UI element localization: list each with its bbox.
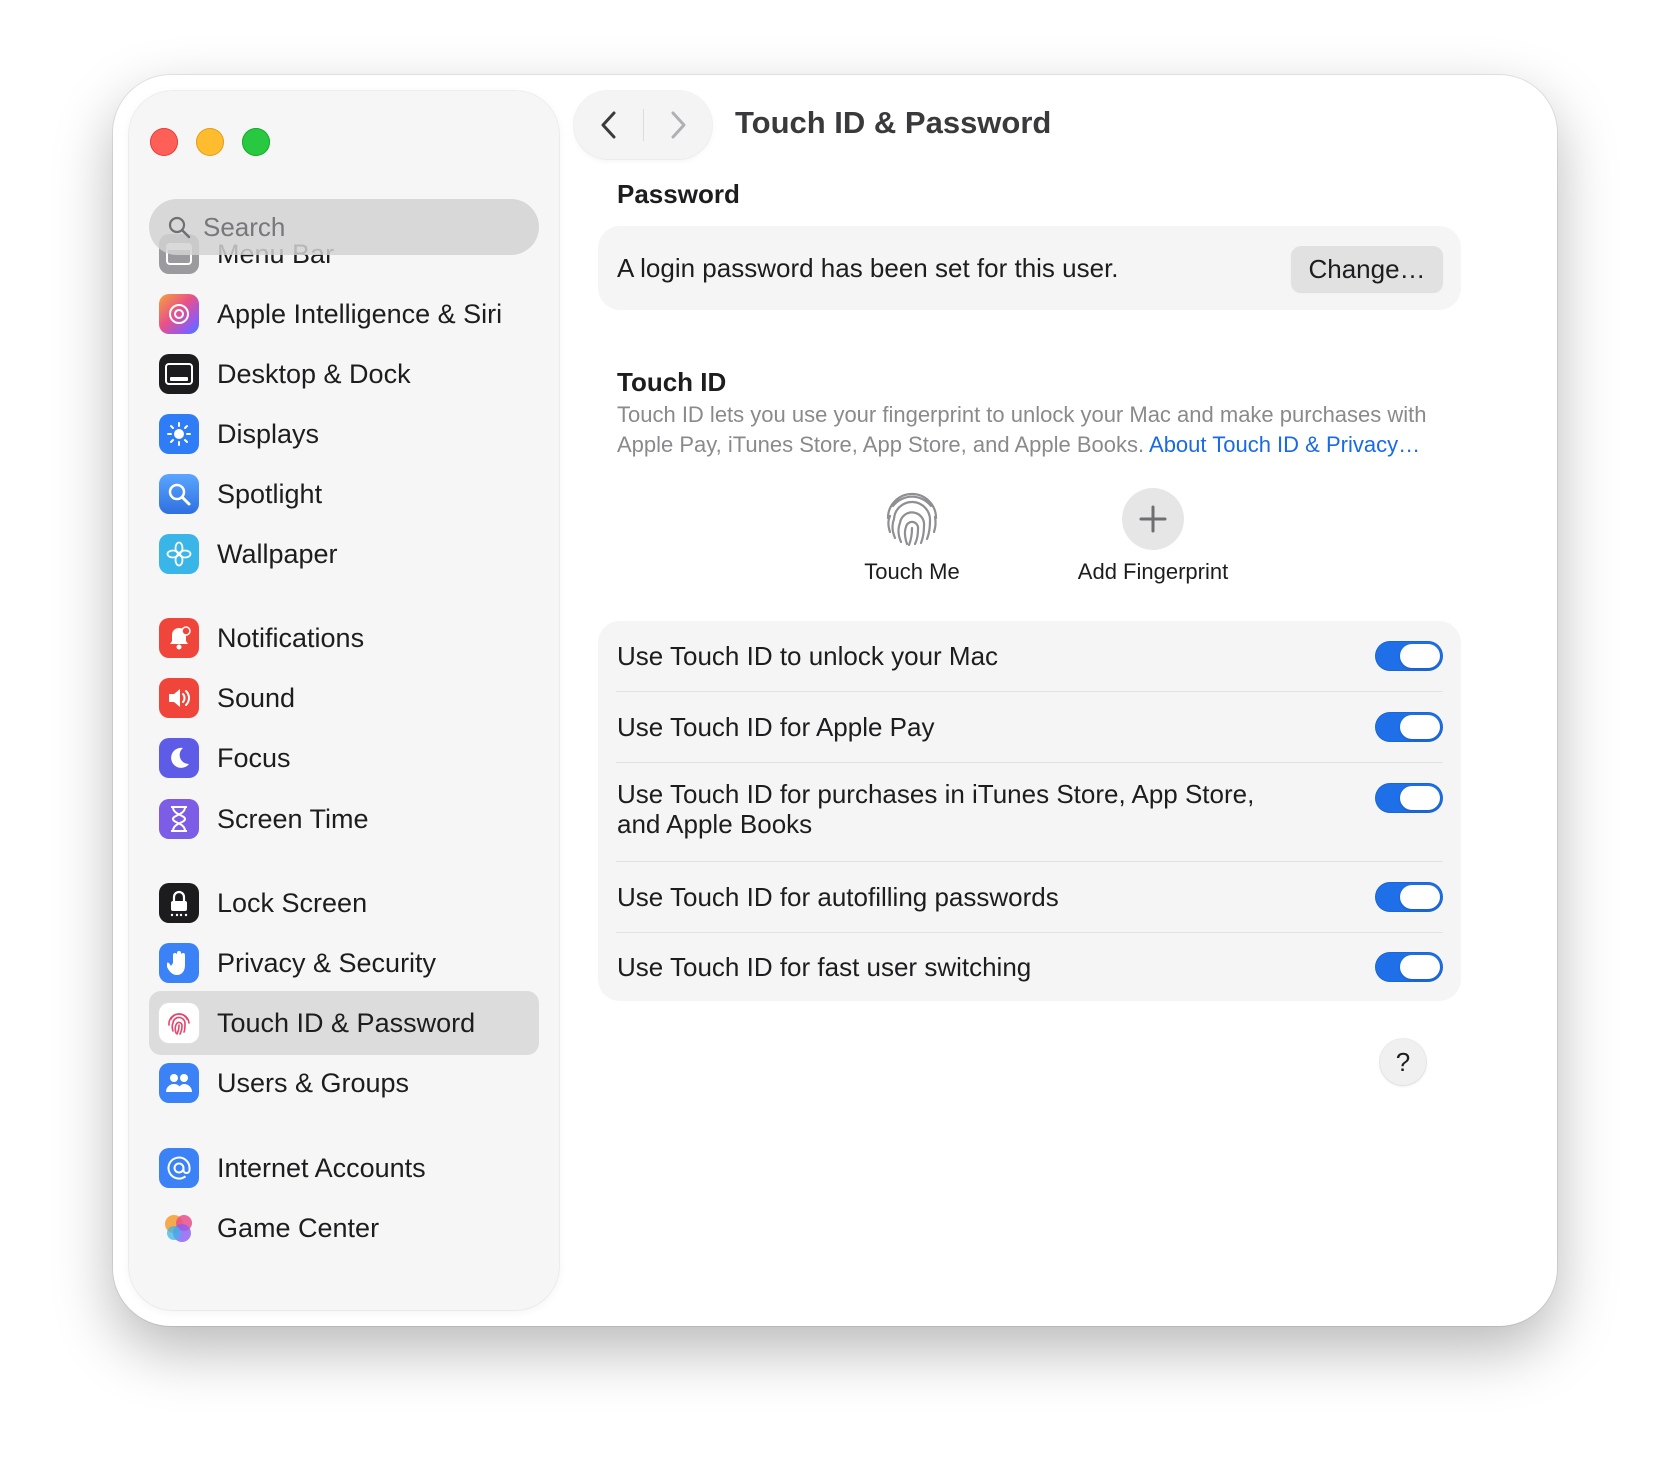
sidebar-item-label: Users & Groups [217,1067,410,1098]
sidebar-item-label: Lock Screen [217,887,368,918]
sidebar-item-users-groups[interactable]: Users & Groups [149,1051,539,1115]
password-status-text: A login password has been set for this u… [617,253,1119,283]
fast-user-switching-toggle[interactable] [1375,952,1443,982]
password-card: A login password has been set for this u… [598,226,1461,310]
plus-circle [1122,488,1184,550]
search-input[interactable] [201,210,505,244]
moon-icon [159,738,199,778]
lock-icon [159,883,199,923]
toggle-row-fast-user-switching: Use Touch ID for fast user switching [598,933,1461,1001]
toggle-knob [1400,955,1440,979]
settings-window: Menu Bar Apple Intelligence & Siri Deskt… [113,75,1557,1326]
sidebar-item-focus[interactable]: Focus [149,726,539,790]
game-center-icon [159,1208,199,1248]
sidebar-item-apple-intelligence-siri[interactable]: Apple Intelligence & Siri [149,282,539,346]
sidebar-item-spotlight[interactable]: Spotlight [149,462,539,526]
sidebar-item-notifications[interactable]: Notifications [149,606,539,670]
sidebar-item-label: Apple Intelligence & Siri [217,298,503,329]
help-button[interactable]: ? [1380,1039,1426,1085]
touch-id-options-card: Use Touch ID to unlock your Mac Use Touc… [598,621,1461,1001]
sidebar-item-label: Notifications [217,622,365,653]
about-touch-id-link[interactable]: About Touch ID & Privacy… [1149,432,1420,457]
sidebar-item-label: Screen Time [217,803,369,834]
touch-id-heading: Touch ID [617,367,727,397]
sidebar-item-wallpaper[interactable]: Wallpaper [149,522,539,586]
sidebar-item-label: Game Center [217,1212,380,1243]
fingerprint-icon [886,492,938,547]
toggle-row-unlock-mac: Use Touch ID to unlock your Mac [598,621,1461,691]
page-title: Touch ID & Password [735,105,1052,140]
sidebar-item-label: Wallpaper [217,538,338,569]
back-button[interactable] [574,91,643,159]
search-icon [168,216,191,239]
navigation-buttons [574,91,712,159]
unlock-mac-toggle[interactable] [1375,641,1443,671]
toggle-row-purchases: Use Touch ID for purchases in iTunes Sto… [598,763,1461,861]
touch-id-description: Touch ID lets you use your fingerprint t… [617,400,1477,460]
sidebar-list: Menu Bar Apple Intelligence & Siri Deskt… [129,91,559,1310]
fingerprint-icon [159,1003,199,1043]
sidebar-item-screen-time[interactable]: Screen Time [149,787,539,851]
fingerprint-slot[interactable]: Touch Me [851,488,973,588]
toggle-label: Use Touch ID to unlock your Mac [617,641,999,671]
sidebar-item-touch-id-password[interactable]: Touch ID & Password [149,991,539,1055]
sidebar-item-label: Touch ID & Password [217,1007,476,1038]
password-heading: Password [617,179,740,209]
sidebar-item-label: Focus [217,742,291,773]
siri-icon [159,294,199,334]
sidebar-item-label: Sound [217,682,296,713]
hourglass-icon [159,799,199,839]
bell-icon [159,618,199,658]
toggle-row-autofill: Use Touch ID for autofilling passwords [598,862,1461,932]
touch-me-label: Touch Me [864,559,960,584]
sidebar-item-privacy-security[interactable]: Privacy & Security [149,931,539,995]
sidebar-item-game-center[interactable]: Game Center [149,1196,539,1260]
toggle-label: Use Touch ID for fast user switching [617,952,1032,982]
sidebar-item-label: Privacy & Security [217,947,437,978]
toggle-label: Use Touch ID for autofilling passwords [617,882,1059,912]
sidebar-item-sound[interactable]: Sound [149,666,539,730]
speaker-icon [159,678,199,718]
sidebar-item-displays[interactable]: Displays [149,402,539,466]
magnifier-icon [159,474,199,514]
sidebar-item-label: Spotlight [217,478,323,509]
sidebar-item-desktop-dock[interactable]: Desktop & Dock [149,342,539,406]
toggle-knob [1400,644,1440,668]
chevron-left-icon [601,111,615,139]
apple-pay-toggle[interactable] [1375,712,1443,742]
sidebar-item-lock-screen[interactable]: Lock Screen [149,871,539,935]
add-fingerprint-button[interactable]: Add Fingerprint [1068,488,1238,588]
flower-icon [159,534,199,574]
toggle-knob [1400,715,1440,739]
search-field[interactable] [149,199,539,255]
toggle-label: Use Touch ID for Apple Pay [617,712,935,742]
users-icon [159,1063,199,1103]
add-fingerprint-label: Add Fingerprint [1077,559,1229,584]
toggle-knob [1400,885,1440,909]
toggle-row-apple-pay: Use Touch ID for Apple Pay [598,692,1461,762]
plus-icon [1139,505,1167,533]
chevron-right-icon [671,111,685,139]
toggle-knob [1400,786,1440,810]
change-password-button[interactable]: Change… [1291,246,1443,292]
sidebar-item-label: Desktop & Dock [217,358,411,389]
sidebar-item-label: Internet Accounts [217,1152,426,1183]
purchases-toggle[interactable] [1375,783,1443,813]
forward-button[interactable] [643,91,712,159]
sidebar-item-internet-accounts[interactable]: Internet Accounts [149,1136,539,1200]
sidebar: Menu Bar Apple Intelligence & Siri Deskt… [129,91,559,1310]
at-icon [159,1148,199,1188]
toggle-label: Use Touch ID for purchases in iTunes Sto… [617,779,1255,839]
autofill-passwords-toggle[interactable] [1375,882,1443,912]
sun-icon [159,414,199,454]
sidebar-item-label: Displays [217,418,320,449]
dock-icon [159,354,199,394]
hand-icon [159,943,199,983]
